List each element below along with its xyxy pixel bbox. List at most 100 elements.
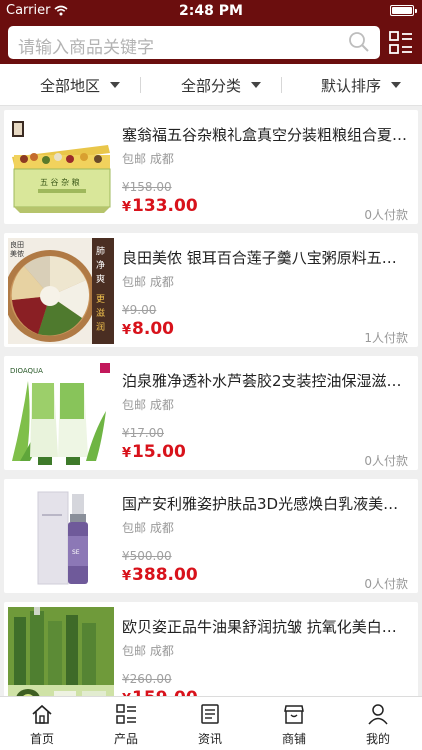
svg-text:SE: SE	[72, 549, 80, 556]
svg-text:五 谷 杂 粮: 五 谷 杂 粮	[40, 177, 80, 187]
tab-news-label: 资讯	[197, 732, 222, 746]
filter-category-dropdown[interactable]: 全部分类	[181, 64, 262, 106]
search-icon[interactable]	[348, 31, 370, 53]
price-value: 388.00	[132, 565, 198, 585]
original-price: ¥17.00	[122, 426, 164, 440]
product-card[interactable]: 肺 净 爽 更 滋 润 良田 美侬 良田美侬 银耳百合莲子羹八宝粥原料五… 包邮…	[4, 233, 418, 347]
paid-count: 0人付款	[364, 454, 408, 468]
city-label: 成都	[149, 644, 174, 658]
search-placeholder: 请输入商品关键字	[18, 38, 154, 58]
chevron-down-icon	[391, 82, 402, 88]
tab-home-label: 首页	[29, 732, 54, 746]
filter-region-label: 全部地区	[40, 76, 101, 95]
svg-text:爽: 爽	[96, 274, 105, 285]
product-location: 包邮 成都	[122, 519, 174, 536]
tab-products[interactable]: 产品	[84, 697, 168, 750]
filter-region-dropdown[interactable]: 全部地区	[40, 64, 121, 106]
category-grid-icon[interactable]	[388, 30, 414, 56]
shipping-label: 包邮	[122, 398, 147, 412]
product-card[interactable]: DIOAQUA 泊泉雅净透补水芦荟胶2支装控油保湿滋… 包邮 成都 ¥17.00…	[4, 356, 418, 470]
paid-count: 0人付款	[364, 577, 408, 591]
tab-profile-label: 我的	[365, 732, 390, 746]
store-icon	[284, 705, 304, 724]
bottom-tab-bar: 首页 产品 资讯 商铺 我的	[0, 696, 422, 750]
tab-profile[interactable]: 我的	[336, 697, 420, 750]
chevron-down-icon	[251, 82, 262, 88]
product-title[interactable]: 国产安利雅姿护肤品3D光感焕白乳液美…	[122, 493, 412, 514]
sale-price: ¥388.00	[122, 565, 198, 585]
product-title[interactable]: 良田美侬 银耳百合莲子羹八宝粥原料五…	[122, 247, 412, 268]
battery-icon	[390, 5, 417, 16]
header: Carrier 2:48 PM 请输入商品关键字	[0, 0, 422, 64]
status-bar: Carrier 2:48 PM	[0, 0, 422, 22]
product-location: 包邮 成都	[122, 642, 174, 659]
shipping-label: 包邮	[122, 152, 147, 166]
filter-sort-dropdown[interactable]: 默认排序	[321, 64, 402, 106]
paid-count: 1人付款	[364, 331, 408, 345]
search-input[interactable]: 请输入商品关键字	[8, 26, 380, 59]
grain-gift-box-image[interactable]: 五 谷 杂 粮	[8, 115, 114, 221]
currency-symbol: ¥	[122, 323, 132, 338]
currency-symbol: ¥	[122, 446, 132, 461]
sale-price: ¥159.00	[122, 688, 198, 696]
filter-category-label: 全部分类	[181, 76, 242, 95]
svg-text:DIOAQUA: DIOAQUA	[10, 367, 43, 375]
paid-count: 0人付款	[364, 208, 408, 222]
tab-home[interactable]: 首页	[0, 697, 84, 750]
price-value: 159.00	[132, 688, 198, 696]
shipping-label: 包邮	[122, 275, 147, 289]
product-title[interactable]: 塞翁福五谷杂粮礼盒真空分装粗粮组合夏…	[122, 124, 412, 145]
price-value: 8.00	[132, 319, 174, 339]
profile-icon	[368, 704, 388, 725]
city-label: 成都	[149, 521, 174, 535]
svg-text:净: 净	[96, 259, 105, 271]
shipping-label: 包邮	[122, 644, 147, 658]
product-list-icon	[116, 704, 136, 724]
original-price: ¥500.00	[122, 549, 172, 563]
product-title[interactable]: 欧贝姿正品牛油果舒润抗皱 抗氧化美白…	[122, 616, 412, 637]
news-icon	[201, 704, 219, 724]
clock: 2:48 PM	[179, 3, 243, 19]
product-card[interactable]: 欧贝姿正品牛油果舒润抗皱 抗氧化美白… 包邮 成都 ¥260.00 ¥159.0…	[4, 602, 418, 696]
sale-price: ¥8.00	[122, 319, 174, 339]
filter-sort-label: 默认排序	[321, 76, 382, 95]
tab-news[interactable]: 资讯	[168, 697, 252, 750]
filter-divider	[281, 77, 282, 93]
original-price: ¥260.00	[122, 672, 172, 686]
aloe-gel-tubes-image[interactable]: DIOAQUA	[8, 361, 114, 467]
product-card[interactable]: 五 谷 杂 粮 塞翁福五谷杂粮礼盒真空分装粗粮组合夏… 包邮 成都 ¥158.0…	[4, 110, 418, 224]
product-location: 包邮 成都	[122, 396, 174, 413]
original-price: ¥158.00	[122, 180, 172, 194]
city-label: 成都	[149, 398, 174, 412]
svg-text:良田: 良田	[10, 240, 24, 249]
tab-stores-label: 商铺	[281, 732, 306, 746]
sale-price: ¥15.00	[122, 442, 186, 462]
currency-symbol: ¥	[122, 569, 132, 584]
product-card[interactable]: SE 国产安利雅姿护肤品3D光感焕白乳液美… 包邮 成都 ¥500.00 ¥38…	[4, 479, 418, 593]
filter-bar: 全部地区 全部分类 默认排序	[0, 64, 422, 106]
original-price: ¥9.00	[122, 303, 157, 317]
chevron-down-icon	[110, 82, 121, 88]
price-value: 133.00	[132, 196, 198, 216]
product-list[interactable]: 五 谷 杂 粮 塞翁福五谷杂粮礼盒真空分装粗粮组合夏… 包邮 成都 ¥158.0…	[0, 106, 422, 696]
city-label: 成都	[149, 152, 174, 166]
lotion-bottle-image[interactable]: SE	[8, 484, 114, 590]
svg-text:肺: 肺	[96, 246, 105, 257]
tab-stores[interactable]: 商铺	[252, 697, 336, 750]
home-icon	[32, 704, 52, 724]
product-location: 包邮 成都	[122, 150, 174, 167]
porridge-ingredients-image[interactable]: 肺 净 爽 更 滋 润 良田 美侬	[8, 238, 114, 344]
filter-divider	[140, 77, 141, 93]
svg-text:美侬: 美侬	[10, 249, 24, 258]
price-value: 15.00	[132, 442, 186, 462]
svg-text:滋: 滋	[96, 307, 105, 319]
city-label: 成都	[149, 275, 174, 289]
tab-products-label: 产品	[113, 732, 138, 746]
svg-text:更: 更	[96, 294, 105, 305]
product-location: 包邮 成都	[122, 273, 174, 290]
sale-price: ¥133.00	[122, 196, 198, 216]
product-title[interactable]: 泊泉雅净透补水芦荟胶2支装控油保湿滋…	[122, 370, 412, 391]
avocado-skincare-set-image[interactable]	[8, 607, 114, 696]
svg-text:润: 润	[96, 321, 105, 333]
currency-symbol: ¥	[122, 200, 132, 215]
